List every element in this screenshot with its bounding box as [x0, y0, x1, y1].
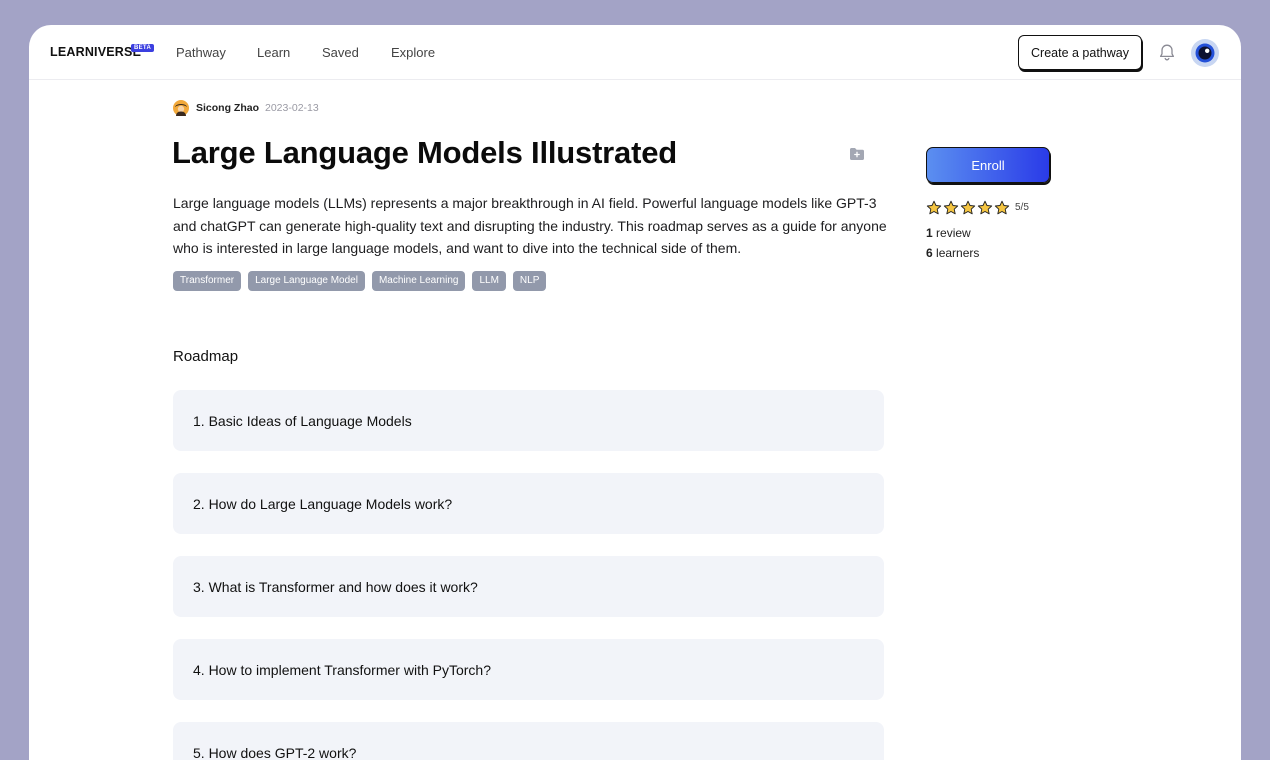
tag-large-language-model[interactable]: Large Language Model [248, 271, 365, 291]
nav-link-pathway[interactable]: Pathway [176, 45, 226, 60]
roadmap-item[interactable]: 3. What is Transformer and how does it w… [173, 556, 884, 617]
top-nav: LEARNIVERSE BETA Pathway Learn Saved Exp… [29, 25, 1241, 80]
learner-count-label: learners [932, 246, 980, 260]
roadmap-item[interactable]: 2. How do Large Language Models work? [173, 473, 884, 534]
tag-list: Transformer Large Language Model Machine… [173, 271, 547, 291]
bell-icon[interactable] [1158, 43, 1176, 62]
beta-badge: BETA [131, 44, 155, 52]
star-rating [926, 200, 1010, 216]
review-count[interactable]: 1 review [926, 226, 971, 240]
review-count-number: 1 [926, 226, 933, 240]
author-name[interactable]: Sicong Zhao [196, 102, 259, 114]
rating-score: 5/5 [1015, 202, 1029, 213]
publish-date: 2023-02-13 [265, 102, 319, 114]
author-avatar[interactable] [173, 100, 189, 116]
roadmap-item[interactable]: 1. Basic Ideas of Language Models [173, 390, 884, 451]
learner-count-number: 6 [926, 246, 933, 260]
nav-link-learn[interactable]: Learn [257, 45, 290, 60]
star-icon [943, 200, 959, 215]
nav-link-explore[interactable]: Explore [391, 45, 435, 60]
star-icon [977, 200, 993, 215]
nav-link-saved[interactable]: Saved [322, 45, 359, 60]
save-folder-icon[interactable] [849, 147, 865, 161]
tag-llm[interactable]: LLM [472, 271, 506, 291]
create-pathway-button[interactable]: Create a pathway [1018, 35, 1142, 70]
tag-machine-learning[interactable]: Machine Learning [371, 271, 466, 291]
roadmap-item[interactable]: 5. How does GPT-2 work? [173, 722, 884, 760]
review-count-label: review [932, 226, 971, 240]
logo[interactable]: LEARNIVERSE [50, 45, 141, 59]
tag-transformer[interactable]: Transformer [173, 271, 242, 291]
star-icon [994, 200, 1010, 215]
learner-count: 6 learners [926, 246, 979, 260]
star-icon [926, 200, 942, 215]
roadmap-item[interactable]: 4. How to implement Transformer with PyT… [173, 639, 884, 700]
user-avatar[interactable] [1191, 39, 1219, 67]
enroll-button[interactable]: Enroll [926, 147, 1050, 183]
app-window: LEARNIVERSE BETA Pathway Learn Saved Exp… [29, 25, 1241, 760]
star-icon [960, 200, 976, 215]
roadmap-heading: Roadmap [173, 348, 239, 365]
page-title: Large Language Models Illustrated [172, 135, 677, 170]
tag-nlp[interactable]: NLP [512, 271, 547, 291]
course-description: Large language models (LLMs) represents … [173, 195, 887, 256]
